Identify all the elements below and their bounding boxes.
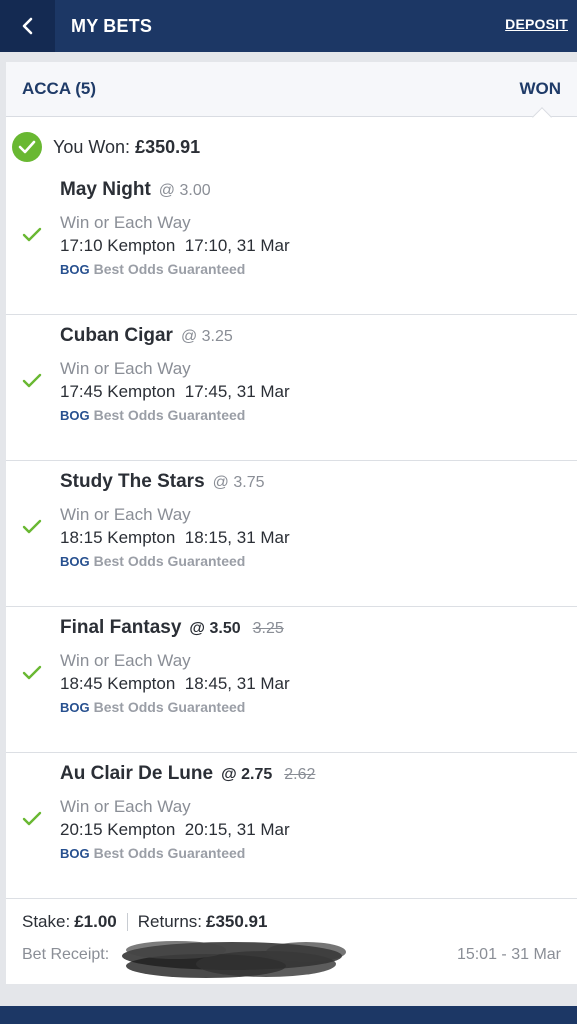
selection-odds: @ 3.00 (158, 182, 211, 199)
won-label: You Won: (53, 136, 131, 157)
bog-tag: BOG (60, 408, 90, 423)
bog-text: Best Odds Guaranteed (93, 261, 246, 277)
bog-text: Best Odds Guaranteed (93, 407, 246, 423)
bog-text: Best Odds Guaranteed (93, 553, 246, 569)
selection-event: 17:10 Kempton 17:10, 31 Mar (60, 236, 290, 255)
bog-label: BOG Best Odds Guaranteed (60, 845, 245, 861)
selection-event: 20:15 Kempton 20:15, 31 Mar (60, 820, 290, 839)
bog-label: BOG Best Odds Guaranteed (60, 699, 245, 715)
selection-market: Win or Each Way (60, 651, 191, 670)
selection-name: Au Clair De Lune (60, 763, 214, 784)
selection-name: Cuban Cigar (60, 325, 173, 346)
top-app-bar: MY BETS DEPOSIT (0, 0, 577, 52)
bet-receipt-label: Bet Receipt: (22, 946, 110, 963)
selection-market: Win or Each Way (60, 505, 191, 524)
selection-odds: @ 3.75 (212, 474, 265, 491)
won-amount: £350.91 (135, 136, 201, 157)
selection-header: May Night @ 3.00 (60, 179, 211, 201)
redaction-scribble (122, 941, 346, 978)
selection-item[interactable]: May Night @ 3.00 Win or Each Way 17:10 K… (6, 169, 577, 315)
selection-header: Cuban Cigar @ 3.25 (60, 325, 233, 347)
check-icon (22, 373, 42, 388)
bet-receipt-time: 15:01 - 31 Mar (456, 946, 561, 963)
bog-label: BOG Best Odds Guaranteed (60, 261, 245, 277)
selection-market: Win or Each Way (60, 359, 191, 378)
selection-name: Final Fantasy (60, 617, 182, 638)
selection-previous-odds: 2.62 (284, 766, 316, 783)
selection-header: Study The Stars @ 3.75 (60, 471, 264, 493)
check-icon (22, 227, 42, 242)
selection-odds: @ 2.75 (221, 766, 273, 783)
bog-tag: BOG (60, 262, 90, 277)
selection-name: May Night (60, 179, 151, 200)
returns-value: £350.91 (206, 912, 268, 931)
bog-tag: BOG (60, 700, 90, 715)
selection-header: Final Fantasy @ 3.50 3.25 (60, 617, 284, 639)
bog-tag: BOG (60, 846, 90, 861)
stake-value: £1.00 (74, 912, 117, 931)
selection-item[interactable]: Cuban Cigar @ 3.25 Win or Each Way 17:45… (6, 315, 577, 461)
check-icon (22, 811, 42, 826)
stake-returns-row: Stake: £1.00 Returns: £350.91 (22, 912, 267, 932)
check-icon (22, 665, 42, 680)
bottom-bar (0, 1006, 577, 1024)
selection-item[interactable]: Study The Stars @ 3.75 Win or Each Way 1… (6, 461, 577, 607)
selection-odds: @ 3.50 (189, 620, 241, 637)
deposit-link[interactable]: DEPOSIT (505, 16, 568, 32)
bet-status-label: WON (519, 79, 561, 98)
selection-market: Win or Each Way (60, 797, 191, 816)
bog-text: Best Odds Guaranteed (93, 699, 246, 715)
selection-event: 18:45 Kempton 18:45, 31 Mar (60, 674, 290, 693)
back-button[interactable] (0, 0, 55, 52)
bet-summary: Stake: £1.00 Returns: £350.91 Bet Receip… (6, 890, 577, 984)
check-icon (22, 519, 42, 534)
stake-label: Stake: (22, 912, 71, 931)
selection-odds: @ 3.25 (180, 328, 233, 345)
selection-event: 17:45 Kempton 17:45, 31 Mar (60, 382, 290, 401)
bog-text: Best Odds Guaranteed (93, 845, 246, 861)
bet-type-label: ACCA (5) (22, 79, 96, 98)
selection-event: 18:15 Kempton 18:15, 31 Mar (60, 528, 290, 547)
selection-market: Win or Each Way (60, 213, 191, 232)
header-notch (532, 107, 552, 127)
bog-label: BOG Best Odds Guaranteed (60, 407, 245, 423)
selection-previous-odds: 3.25 (252, 620, 284, 637)
check-circle-icon (12, 132, 42, 162)
divider (126, 913, 128, 931)
selection-item[interactable]: Au Clair De Lune @ 2.75 2.62 Win or Each… (6, 753, 577, 899)
chevron-left-icon (22, 17, 32, 35)
won-banner: You Won: £350.91 (12, 132, 200, 162)
bet-card: ACCA (5) WON You Won: £350.91 May Night … (6, 62, 577, 984)
bog-tag: BOG (60, 554, 90, 569)
bet-card-header[interactable]: ACCA (5) WON (6, 62, 577, 127)
page-title: MY BETS (71, 15, 153, 36)
returns-label: Returns: (137, 912, 202, 931)
bog-label: BOG Best Odds Guaranteed (60, 553, 245, 569)
selection-item[interactable]: Final Fantasy @ 3.50 3.25 Win or Each Wa… (6, 607, 577, 753)
selection-header: Au Clair De Lune @ 2.75 2.62 (60, 763, 315, 785)
selection-name: Study The Stars (60, 471, 205, 492)
